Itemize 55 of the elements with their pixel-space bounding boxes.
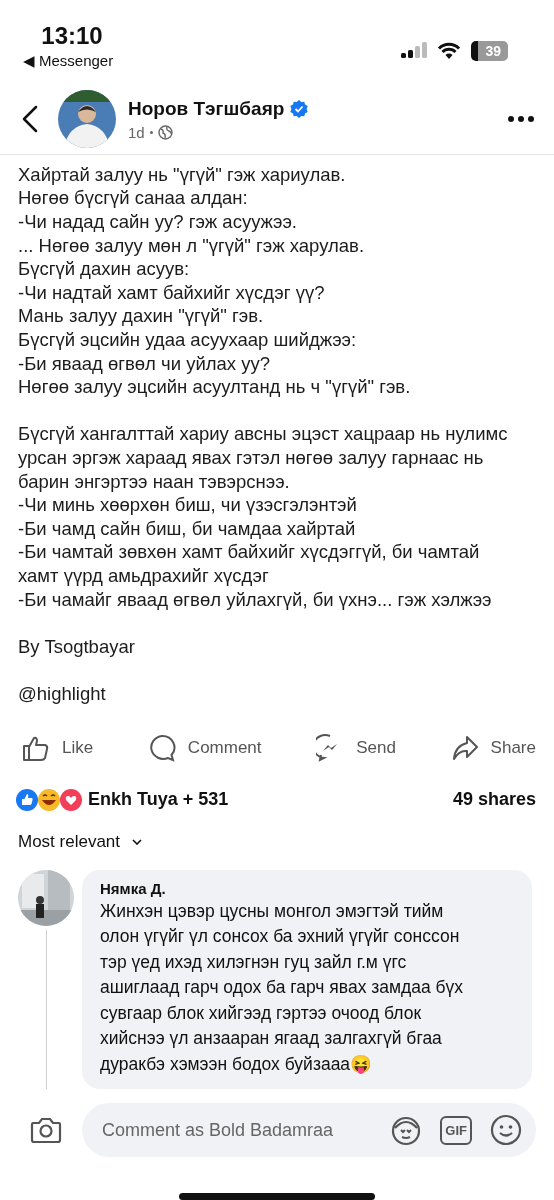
action-button[interactable]: Send [316,729,396,766]
action-button[interactable]: Share [450,729,536,766]
action-button[interactable]: Comment [147,729,262,766]
post-text-line: -Чи надтай хамт байхийг хүсдэг үү? [18,280,326,305]
sort-dropdown[interactable]: Most relevant [18,831,121,852]
shares-count[interactable]: 49 shares [452,789,536,810]
emoji-icon[interactable] [490,1114,522,1146]
post-text-line: Бүсгүй хангалттай хариу авсны эцэст хацраар нь нулимс [18,422,509,446]
comment-text-line: олон үгүйг үл сонсох ба эхний үгүйг сонссон [100,925,461,948]
globe-icon [157,124,173,140]
comment-text-line: тэр үед ихэд хилэгнэн гуц зайл г.м үгс [100,950,408,974]
post-text-line: ... Нөгөө залуу мөн л "үгүй" гэж харулав. [18,233,366,258]
separator-dot [149,130,153,134]
status-time: 13:10 [41,22,103,50]
reactions-summary[interactable]: Enkh Tuya + 531 [88,789,229,810]
post-text-line: -Би чамайг яваад өгвөл уйлахгүй, би үхнэ... гэж хэлжээ [18,587,493,612]
comment-text-line: сувгаар блок хийгээд гэртээ очоод блок [100,1001,423,1025]
post-text-line: Бүсгүй дахин асуув: [18,257,191,281]
comment-text-line: дуракбэ хэмээн бодох буйзааа😝 [100,1052,374,1076]
battery-level: 39 [471,41,508,62]
back-icon[interactable] [22,105,38,134]
post-text-line: -Чи минь хөөрхөн биш, чи үзэсгэлэнтэй [18,493,358,517]
back-to-app-link[interactable]: ◀ Messenger [22,52,114,70]
more-options-icon[interactable] [508,116,534,123]
comment-text-line: хийснээ үл анзааран ягаад залгахгүй бгаа [100,1027,443,1050]
post-text-line: Бүсгүй эцсийн удаа асуухаар шийджээ: [18,328,358,352]
post-text-line: барин энгэртээ наан тэвэрснээ. [18,469,291,494]
post-text-line: -Би чамтай зөвхөн хамт байхийг хүсдэггүй, би чамтай [18,540,481,564]
avatar-sticker-icon[interactable] [390,1114,423,1146]
post-text-line: Нөгөө бүсгүй санаа алдан: [18,186,249,211]
post-text-line: -Би яваад өгвөл чи уйлах уу? [18,351,271,376]
action-button[interactable]: Like [22,729,94,766]
comment-input-field[interactable]: Comment as Bold Badamraa GIF [82,1103,536,1157]
post-text-line: By Tsogtbayar [18,634,136,659]
comment-text-line: ашиглаад гарч одох ба гарч явах замдаа бүх [100,976,465,999]
post-text-line: Хайртай залуу нь "үгүй" гэж хариулав. [18,162,347,187]
chevron-down-icon[interactable] [132,838,143,845]
speech-bubble-icon [147,733,176,762]
post-text-line: -Чи надад сайн уу? гэж асуужээ. [18,210,298,234]
reaction-icons-drawing [16,787,82,812]
post-text-line: урсан эргэж хараад явах гэтэл нөгөө залуу гарнаас нь [18,445,485,470]
comment-author[interactable]: Нямка Д. [100,879,518,897]
author-name[interactable]: Норов Тэгшбаяр [128,97,285,120]
share-arrow-icon [450,733,479,762]
post-text-line: @highlight [18,681,107,706]
post-text-line: Нөгөө залуу эцсийн асуултанд нь ч "үгүй" гэв. [18,375,412,399]
post-text-line: -Би чамд сайн биш, би чамдаа хайртай [18,516,357,541]
post-time: 1d [128,123,145,141]
gif-button[interactable]: GIF [440,1115,472,1145]
camera-icon[interactable] [30,1116,62,1144]
post-text-line: Мань залуу дахин "үгүй" гэв. [18,304,265,328]
post-text-line: хамт үүрд амьдрахийг хүсдэг [18,563,270,588]
comment-text-line: Жинхэн цэвэр цусны монгол эмэгтэй тийм [100,899,445,923]
cellular-signal-icon [401,42,428,61]
wifi-icon [437,42,462,61]
